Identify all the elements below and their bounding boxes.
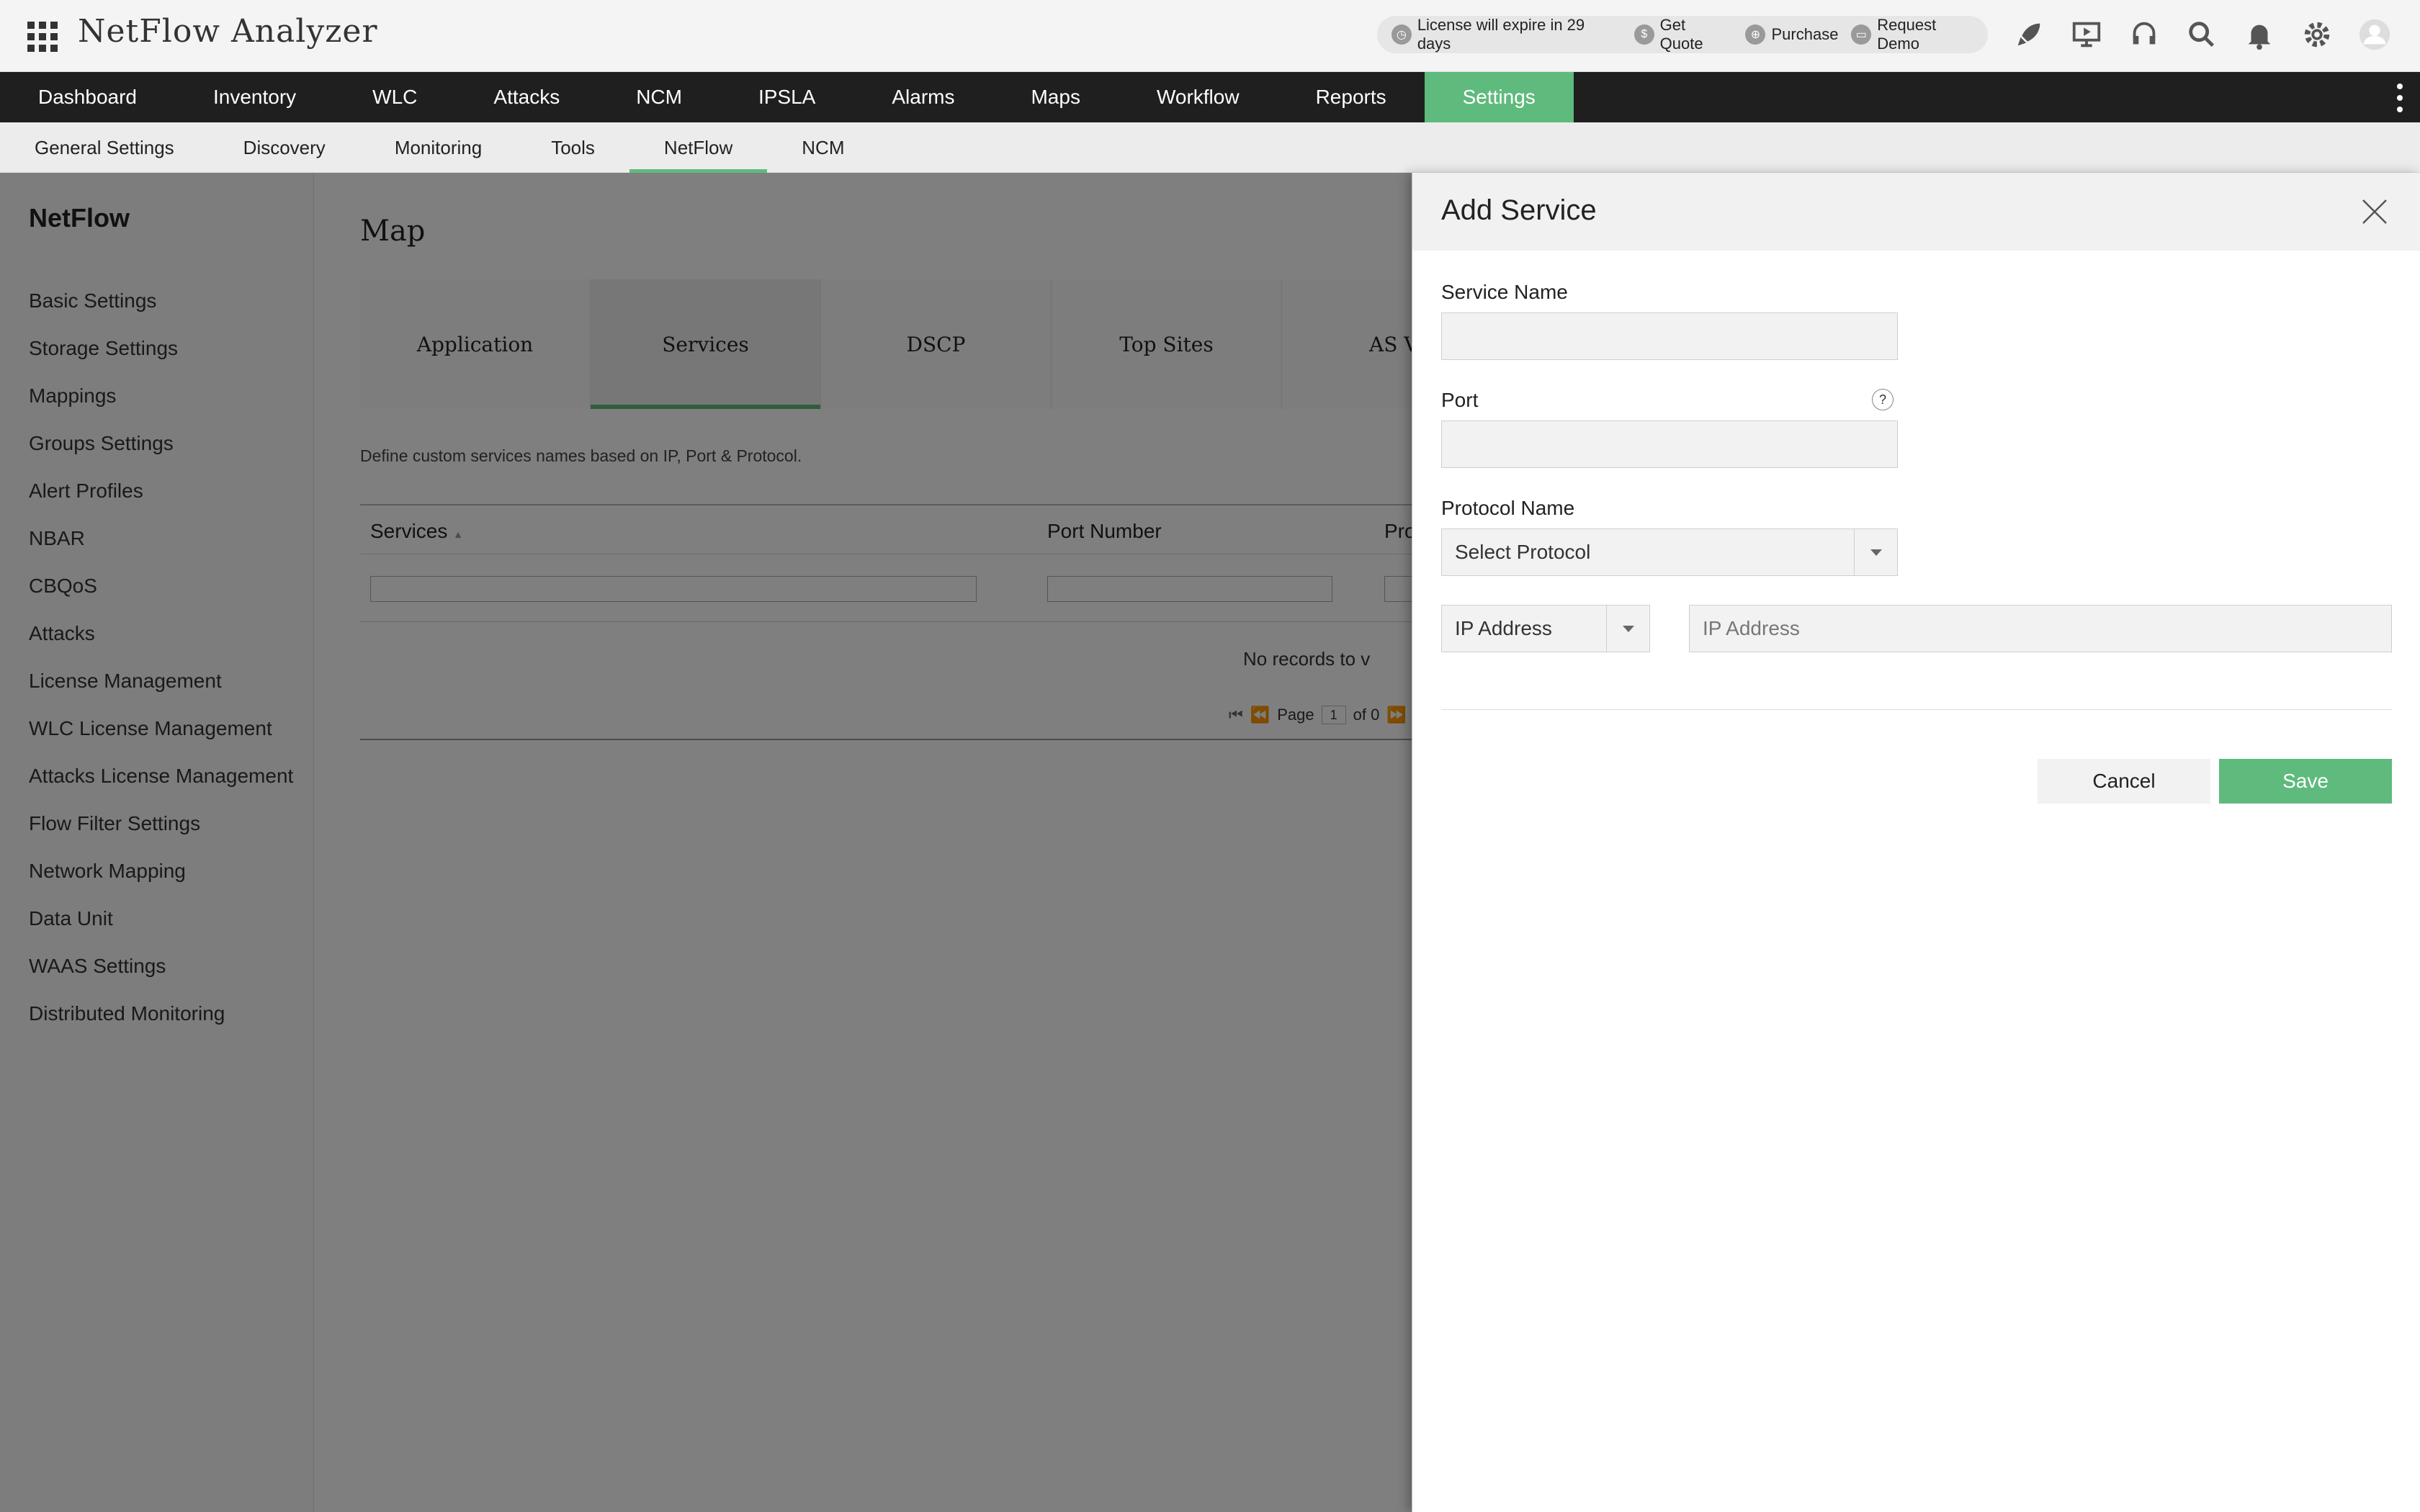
license-expiry-label: License will expire in 29 days xyxy=(1417,16,1585,53)
chevron-down-icon xyxy=(1606,606,1649,652)
cart-icon: ⊕ xyxy=(1745,24,1766,45)
drawer-header: Add Service xyxy=(1412,173,2420,251)
modal-backdrop[interactable] xyxy=(0,173,1412,1512)
add-service-drawer: Add Service Service Name Port ? Protocol… xyxy=(1412,173,2420,1512)
promo-bar: ◷ License will expire in 29 days $ Get Q… xyxy=(1377,16,1988,53)
request-demo-label: Request Demo xyxy=(1877,16,1937,53)
service-name-input[interactable] xyxy=(1441,312,1898,360)
license-expiry-link[interactable]: ◷ License will expire in 29 days xyxy=(1392,16,1621,53)
protocol-name-label: Protocol Name xyxy=(1441,497,1575,519)
drawer-title: Add Service xyxy=(1441,194,1597,226)
port-label: Port xyxy=(1441,389,1479,411)
user-avatar-icon[interactable] xyxy=(2355,14,2394,55)
chevron-down-icon xyxy=(1854,529,1897,575)
headset-icon[interactable] xyxy=(2125,14,2164,55)
close-icon[interactable] xyxy=(2360,197,2389,226)
presentation-icon[interactable] xyxy=(2067,14,2106,55)
port-help-icon[interactable]: ? xyxy=(1872,389,1894,410)
save-button[interactable]: Save xyxy=(2219,759,2392,804)
purchase-label: Purchase xyxy=(1771,25,1839,43)
header-tools xyxy=(2009,14,2394,55)
service-name-label: Service Name xyxy=(1441,281,1568,303)
protocol-select-value: Select Protocol xyxy=(1455,541,1591,563)
search-icon[interactable] xyxy=(2182,14,2221,55)
bell-icon[interactable] xyxy=(2240,14,2279,55)
request-demo-link[interactable]: ▭ Request Demo xyxy=(1851,16,1982,53)
get-quote-label: Get Quote xyxy=(1659,16,1703,53)
nav-settings[interactable]: Settings xyxy=(1424,72,1574,122)
ip-type-select[interactable]: IP Address xyxy=(1441,605,1650,652)
ip-type-select-value: IP Address xyxy=(1455,617,1552,639)
protocol-select[interactable]: Select Protocol xyxy=(1441,528,1898,576)
header-backdrop xyxy=(0,0,1412,173)
port-input[interactable] xyxy=(1441,420,1898,468)
gear-icon[interactable] xyxy=(2298,14,2336,55)
demo-icon: ▭ xyxy=(1851,24,1872,45)
form-divider xyxy=(1441,709,2392,710)
get-quote-link[interactable]: $ Get Quote xyxy=(1634,16,1733,53)
rocket-icon[interactable] xyxy=(2009,14,2048,55)
cancel-button[interactable]: Cancel xyxy=(2038,759,2210,804)
purchase-link[interactable]: ⊕ Purchase xyxy=(1745,24,1838,45)
dollar-icon: $ xyxy=(1634,24,1654,45)
ip-address-input[interactable]: IP Address xyxy=(1689,605,2392,652)
more-menu-icon[interactable] xyxy=(2393,84,2407,112)
